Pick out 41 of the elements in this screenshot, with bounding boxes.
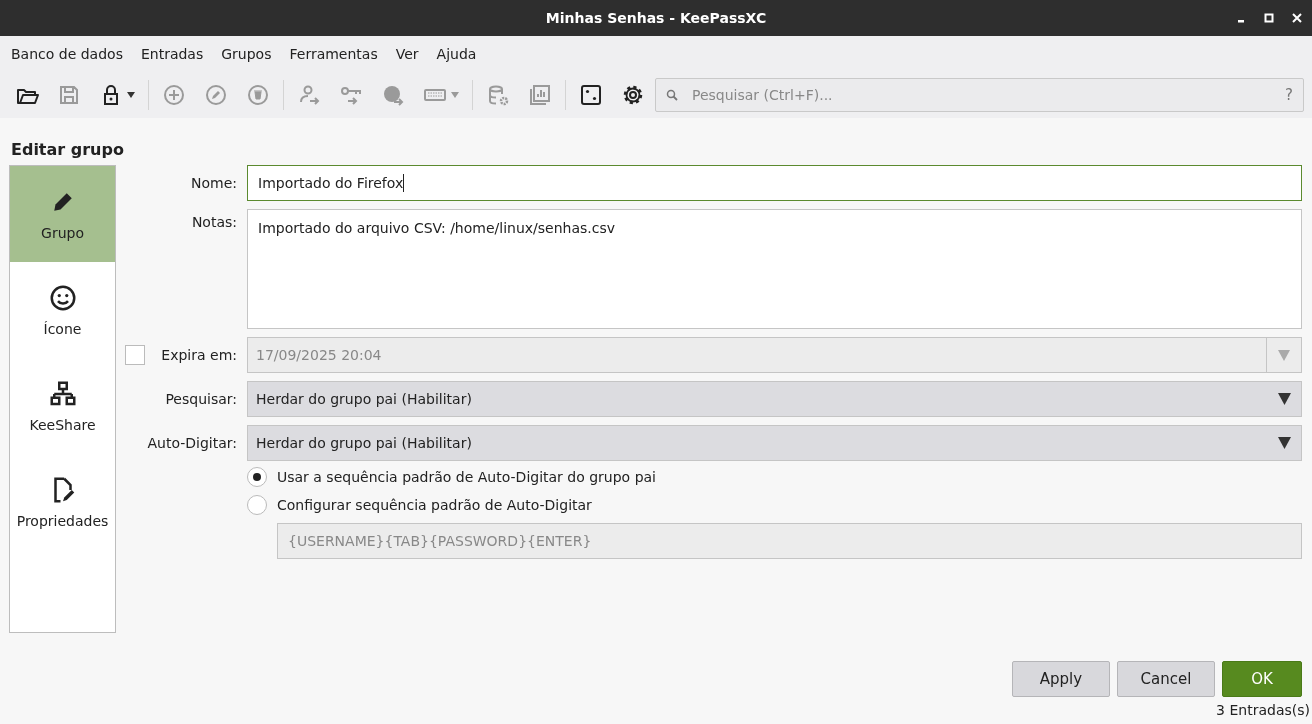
name-field[interactable]: Importado do Firefox [247, 165, 1302, 201]
window-title: Minhas Senhas - KeePassXC [545, 10, 767, 26]
radio-label: Configurar sequência padrão de Auto-Digitar [277, 497, 592, 513]
ok-button[interactable]: OK [1222, 661, 1302, 697]
expiry-checkbox[interactable] [125, 345, 145, 365]
radio-button[interactable] [247, 467, 267, 487]
dropdown-caret-icon[interactable] [127, 92, 135, 98]
menu-item[interactable]: Entradas [135, 46, 210, 62]
sidebar-item[interactable]: KeeShare [10, 358, 115, 454]
maximize-icon[interactable] [1262, 11, 1276, 25]
search-icon [666, 89, 678, 101]
sidebar-item[interactable]: Ícone [10, 262, 115, 358]
field-label: Expira em: [161, 347, 237, 363]
dropdown[interactable]: Herdar do grupo pai (Habilitar) [247, 381, 1302, 417]
dropdown-arrow-icon [1278, 393, 1291, 405]
menu-item[interactable]: Grupos [216, 46, 278, 62]
dialog-button[interactable]: Cancel [1117, 661, 1215, 697]
menu-item[interactable]: Ferramentas [284, 46, 384, 62]
field-label: Notas: [190, 213, 237, 230]
dialog-button[interactable]: Apply [1012, 661, 1110, 697]
search-field[interactable]: Pesquisar (Ctrl+F)... ? [655, 78, 1304, 112]
dice-icon[interactable] [579, 83, 603, 107]
dropdown-arrow-icon [1278, 349, 1290, 361]
sidebar-item[interactable]: Propriedades [10, 454, 115, 550]
field-label: Nome: [190, 175, 237, 191]
dropdown[interactable]: Herdar do grupo pai (Habilitar) [247, 425, 1302, 461]
menu-item[interactable]: Ajuda [431, 46, 483, 62]
menu-item[interactable]: Banco de dados [6, 46, 129, 62]
notes-field[interactable]: Importado do arquivo CSV: /home/linux/senhas.csv [247, 209, 1302, 329]
menu-item[interactable]: Ver [390, 46, 425, 62]
radio-label: Usar a sequência padrão de Auto-Digitar do grupo pai [277, 469, 656, 485]
help-button[interactable]: ? [1285, 86, 1293, 104]
field-label: Pesquisar: [164, 391, 237, 407]
page-heading: Editar grupo [10, 139, 125, 156]
field-label: Auto-Digitar: [146, 435, 237, 451]
status-text: 3 Entradas(s) [1216, 702, 1310, 720]
settings-icon[interactable] [621, 83, 645, 107]
close-icon[interactable] [1290, 11, 1304, 25]
radio-button[interactable] [247, 495, 267, 515]
sidebar-item[interactable]: Grupo [10, 166, 115, 262]
dropdown-arrow-icon [1278, 437, 1291, 449]
